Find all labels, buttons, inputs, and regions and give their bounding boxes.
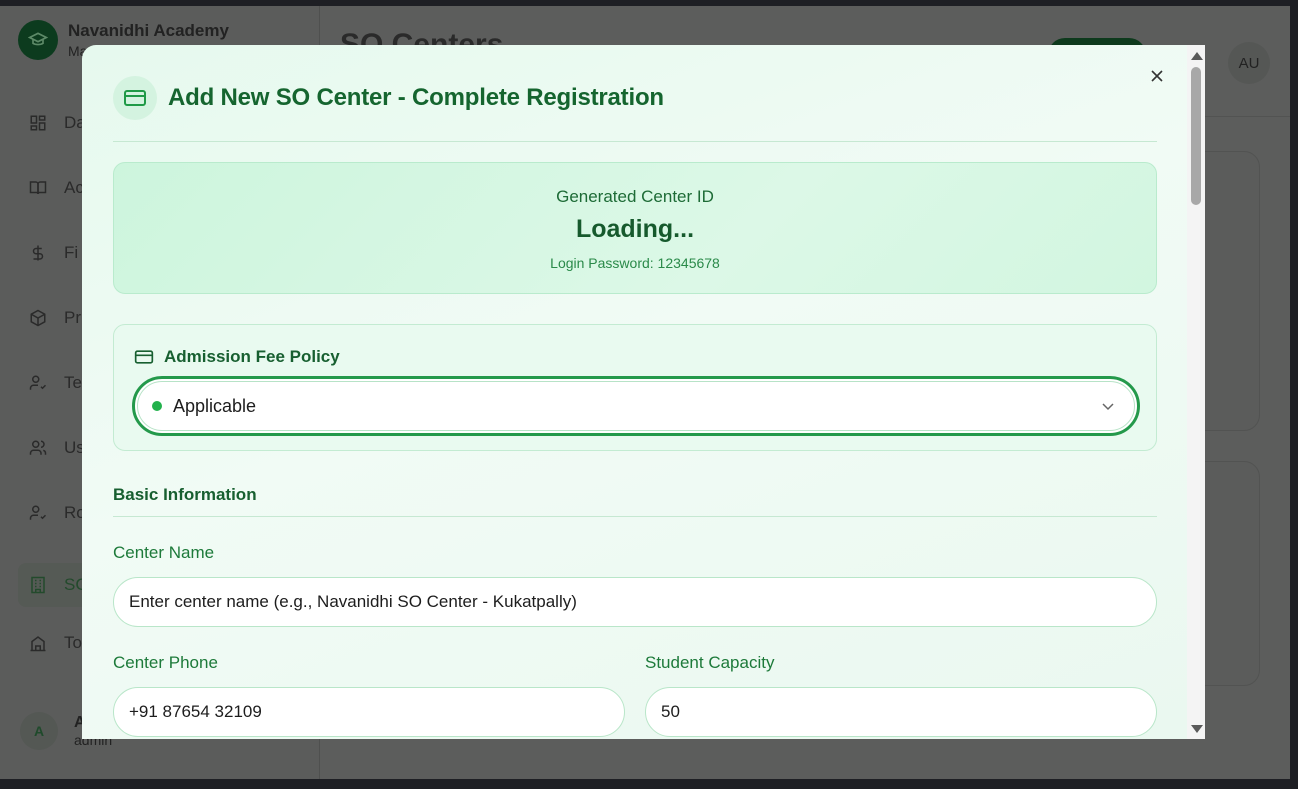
modal-scrollbar[interactable] xyxy=(1187,45,1205,739)
fee-policy-select[interactable]: Applicable xyxy=(132,376,1140,436)
generated-id-value: Loading... xyxy=(575,215,695,243)
sidebar-item-label: Te xyxy=(64,373,82,392)
book-icon xyxy=(28,178,48,198)
modal-header: Add New SO Center - Complete Registratio… xyxy=(113,76,664,120)
chevron-down-icon xyxy=(1102,403,1114,411)
sidebar-item-label: Ac xyxy=(64,178,84,197)
login-password-text: Login Password: 12345678 xyxy=(550,255,720,271)
close-icon xyxy=(1151,70,1163,82)
fee-policy-value: Applicable xyxy=(173,395,257,416)
sidebar-item-label: Pr xyxy=(64,308,81,327)
fee-policy-title: Admission Fee Policy xyxy=(164,347,340,366)
sidebar-item-label: Fi xyxy=(64,243,79,262)
add-so-center-modal: Add New SO Center - Complete Registratio… xyxy=(82,45,1205,739)
scroll-up-arrow-icon[interactable] xyxy=(1191,52,1203,60)
building-icon xyxy=(28,575,48,595)
status-dot xyxy=(152,401,162,411)
center-name-input[interactable]: Enter center name (e.g., Navanidhi SO Ce… xyxy=(113,577,1157,627)
school-icon xyxy=(28,633,48,653)
center-phone-label: Center Phone xyxy=(113,653,218,672)
brand-title: Navanidhi Academy xyxy=(68,21,229,40)
avatar[interactable]: AU xyxy=(1228,42,1270,84)
close-button[interactable] xyxy=(1146,65,1168,87)
users-icon xyxy=(28,438,48,458)
sidebar-item-label: To xyxy=(64,633,82,652)
student-capacity-input[interactable]: 50 xyxy=(645,687,1157,737)
dollar-icon xyxy=(28,243,48,263)
dashboard-icon xyxy=(28,113,48,133)
scrollbar-thumb[interactable] xyxy=(1191,67,1201,205)
user-check-icon xyxy=(28,373,48,393)
scroll-down-arrow-icon[interactable] xyxy=(1191,725,1203,733)
center-phone-input[interactable]: +91 87654 32109 xyxy=(113,687,625,737)
student-capacity-label: Student Capacity xyxy=(645,653,775,672)
generated-id-card: Generated Center ID Loading... Login Pas… xyxy=(113,162,1157,294)
package-icon xyxy=(28,308,48,328)
graduation-cap-icon xyxy=(18,20,58,60)
divider xyxy=(113,141,1157,142)
avatar: A xyxy=(20,712,58,750)
credit-card-icon xyxy=(113,76,157,120)
section-title-basic-info: Basic Information xyxy=(113,485,257,504)
user-check-icon xyxy=(28,503,48,523)
credit-card-icon xyxy=(134,350,154,364)
admission-fee-policy-card: Admission Fee Policy Applicable xyxy=(113,324,1157,451)
center-name-label: Center Name xyxy=(113,543,215,562)
modal-title: Add New SO Center - Complete Registratio… xyxy=(168,84,664,111)
divider xyxy=(113,516,1157,517)
generated-id-label: Generated Center ID xyxy=(556,187,714,206)
